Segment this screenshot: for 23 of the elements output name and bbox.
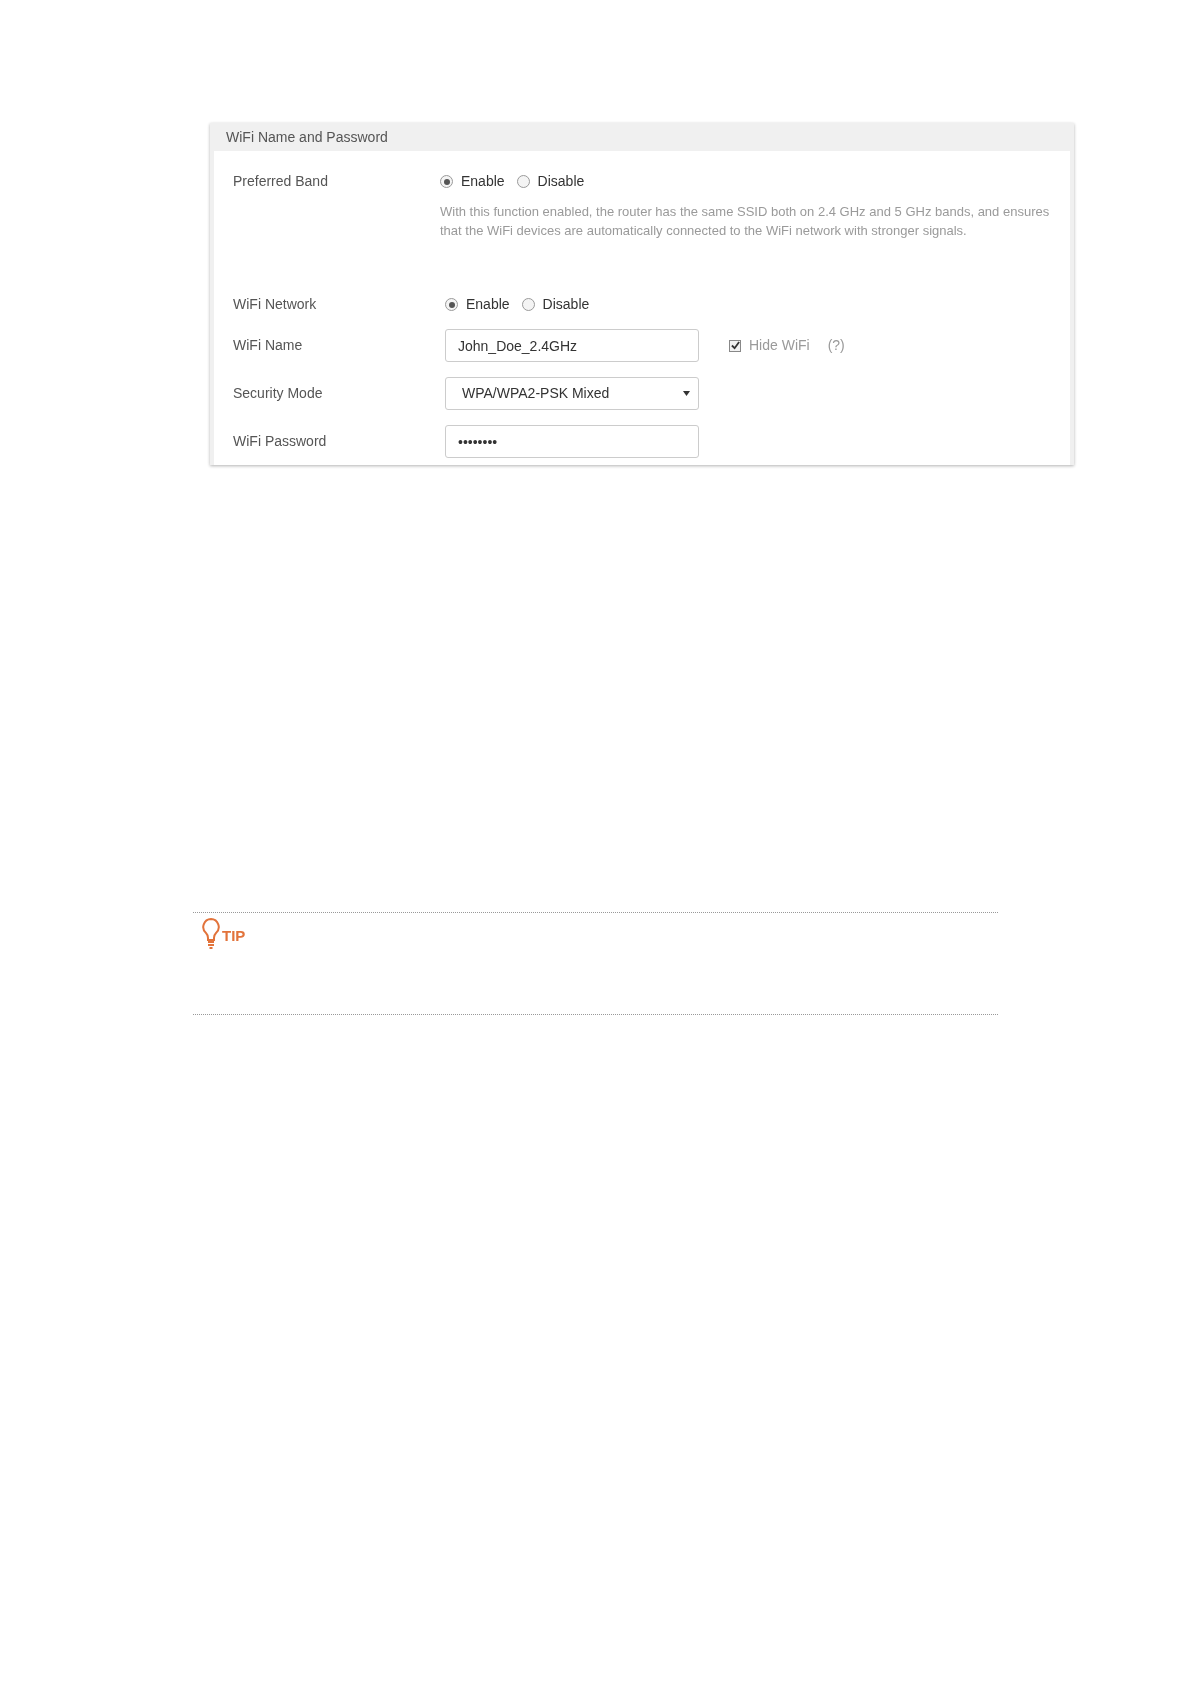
field-label: Preferred Band <box>233 172 328 191</box>
select-field[interactable]: WPA/WPA2-PSK Mixed <box>445 377 699 410</box>
field-label: Security Mode <box>233 384 323 403</box>
radio-button[interactable] <box>516 175 530 188</box>
lightbulb-icon <box>201 917 221 949</box>
radio-label: Disable <box>537 172 585 191</box>
help-text: With this function enabled, the router has the same SSID both on 2.4 GHz and 5 GHz bands, and ensures that the WiFi devices are automatically connected to the WiFi network with stronger signals. <box>440 203 1051 240</box>
radio-button[interactable] <box>440 175 453 188</box>
field-label: WiFi Network <box>233 295 317 314</box>
field-label: WiFi Password <box>233 432 327 451</box>
field-label: WiFi Name <box>233 336 303 355</box>
input-field[interactable]: John_Doe_2.4GHz <box>445 329 699 362</box>
checkbox-label: Hide WiFi <box>749 336 810 355</box>
panel-title: WiFi Name and Password <box>226 127 388 147</box>
tip-label: TIP <box>222 925 246 946</box>
radio-label: Disable <box>542 295 590 314</box>
password-field[interactable]: •••••••• <box>445 425 699 458</box>
caret-icon <box>683 391 690 396</box>
checkbox[interactable] <box>729 339 741 352</box>
radio-button[interactable] <box>445 298 458 311</box>
radio-label: Enable <box>461 172 505 191</box>
radio-label: Enable <box>466 295 510 314</box>
radio-button[interactable] <box>521 298 535 311</box>
